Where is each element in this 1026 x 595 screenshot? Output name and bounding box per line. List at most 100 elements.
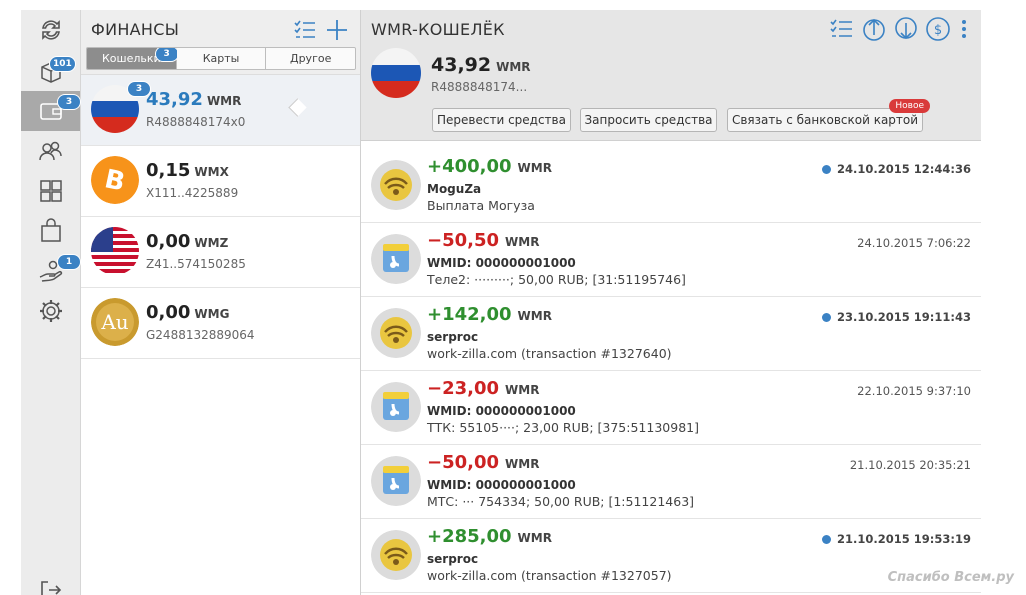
contacts-icon (38, 141, 62, 161)
phone-operator-icon (371, 382, 421, 432)
transaction-amount: +285,00 WMR (427, 526, 552, 547)
wallet-currency: WMX (194, 165, 229, 179)
wallet-detail-header: WMR-КОШЕЛЁК $ 43,92 WMR R4888848174... Пе… (361, 10, 981, 141)
svg-text:$: $ (934, 23, 942, 38)
transaction-amount: −23,00 WMR (427, 378, 539, 399)
transaction-counterparty: WMID: 000000001000 (427, 478, 576, 492)
logout-icon (40, 581, 61, 595)
site-watermark: Спасибо Всем.ру (887, 570, 1014, 585)
wallet-item-wmx[interactable]: B 0,15 WMX X111..4225889 (81, 146, 360, 217)
wallet-number: R4888848174x0 (146, 115, 246, 129)
apps-grid-icon (39, 180, 62, 202)
link-bank-card-button[interactable]: Связать с банковской картой Новое (727, 99, 930, 132)
transaction-date-value: 23.10.2015 19:11:43 (837, 310, 971, 324)
transaction-row[interactable]: −50,00 WMR WMID: 000000001000 МТС: ··· 75… (361, 444, 981, 519)
transaction-description: work-zilla.com (transaction #1327640) (427, 346, 672, 361)
transaction-row[interactable]: −50,50 WMR WMID: 000000001000 Теле2: ····… (361, 222, 981, 297)
finances-title: ФИНАНСЫ (91, 20, 180, 39)
transaction-currency: WMR (505, 383, 540, 397)
transaction-description: work-zilla.com (transaction #1327057) (427, 568, 672, 583)
transaction-counterparty: WMID: 000000001000 (427, 256, 576, 270)
add-icon[interactable] (325, 18, 349, 42)
transaction-date-value: 21.10.2015 19:53:19 (837, 532, 971, 546)
requests-badge: 1 (57, 254, 81, 270)
wallet-item-wmr[interactable]: 3 43,92 WMR R4888848174x0 (81, 75, 360, 146)
merchant-logo-icon (371, 530, 421, 580)
transaction-counterparty: WMID: 000000001000 (427, 404, 576, 418)
wallet-item-wmz[interactable]: 0,00 WMZ Z41..574150285 (81, 217, 360, 288)
refresh-icon (41, 20, 60, 40)
wallet-amount-value: 0,00 (146, 231, 191, 252)
unread-dot (822, 165, 832, 174)
transaction-date: 24.10.2015 12:44:36 (822, 162, 971, 176)
wallets-button[interactable]: 3 (21, 91, 81, 131)
messages-badge: 101 (49, 56, 76, 72)
transaction-amount-value: −50,50 (427, 230, 500, 251)
filter-list-icon[interactable] (293, 18, 319, 42)
settings-button[interactable] (21, 291, 80, 331)
payments-button[interactable] (21, 171, 80, 211)
transaction-currency: WMR (517, 309, 552, 323)
wallet-number: G2488132889064 (146, 328, 255, 342)
filter-list-icon[interactable] (829, 16, 855, 42)
transaction-currency: WMR (505, 235, 540, 249)
transaction-amount: +142,00 WMR (427, 304, 552, 325)
receive-money-icon[interactable] (893, 16, 919, 42)
phone-operator-icon (371, 456, 421, 506)
transaction-description: Теле2: ·········; 50,00 RUB; [31:5119574… (427, 272, 686, 287)
messages-button[interactable]: 101 (21, 52, 80, 92)
bitcoin-icon: B (91, 156, 139, 204)
transaction-date: 21.10.2015 20:35:21 (849, 458, 971, 472)
finance-tabs: Кошельки 3 Карты Другое (86, 47, 356, 70)
russia-flag-icon (371, 48, 421, 98)
tab-wallets-badge: 3 (154, 48, 179, 62)
transaction-currency: WMR (505, 457, 540, 471)
wallet-amount: 0,00 WMG (146, 302, 229, 323)
contacts-button[interactable] (21, 131, 80, 171)
transaction-counterparty: serproc (427, 552, 479, 566)
transaction-amount-value: +285,00 (427, 526, 512, 547)
usa-flag-icon (91, 227, 139, 275)
more-vertical-icon[interactable] (957, 16, 971, 42)
send-money-icon[interactable] (861, 16, 887, 42)
requests-button[interactable]: 1 (21, 251, 81, 291)
merchant-logo-icon (371, 308, 421, 358)
link-bank-card-label: Связать с банковской картой (731, 113, 919, 127)
tab-cards[interactable]: Карты (176, 48, 267, 69)
webmoney-app: 101 3 1 ФИНАНСЫ Кошельки 3 Карты Другое … (21, 10, 981, 595)
gold-coin-icon: Au (91, 298, 139, 346)
wallets-badge: 3 (57, 94, 81, 110)
transaction-date-value: 24.10.2015 12:44:36 (837, 162, 971, 176)
shop-button[interactable] (21, 211, 80, 251)
tab-wallets[interactable]: Кошельки 3 (87, 48, 179, 69)
wallet-amount-value: 0,00 (146, 302, 191, 323)
wallet-amount: 0,15 WMX (146, 160, 229, 181)
wallet-item-wmg[interactable]: Au 0,00 WMG G2488132889064 (81, 288, 360, 359)
transaction-date: 24.10.2015 7:06:22 (857, 236, 971, 250)
shopping-bag-icon (40, 218, 61, 242)
request-funds-button[interactable]: Запросить средства (580, 108, 717, 132)
logout-button[interactable] (21, 570, 80, 595)
tab-other[interactable]: Другое (266, 48, 355, 69)
transaction-amount: +400,00 WMR (427, 156, 552, 177)
wallet-currency: WMZ (194, 236, 229, 250)
transaction-amount-value: +142,00 (427, 304, 512, 325)
tab-other-label: Другое (289, 52, 332, 65)
wallet-balance: 43,92 WMR (431, 54, 531, 76)
tab-wallets-label: Кошельки (101, 52, 161, 65)
transaction-currency: WMR (517, 161, 552, 175)
exchange-icon[interactable]: $ (925, 16, 951, 42)
wallet-amount-value: 43,92 (146, 89, 203, 110)
transaction-row[interactable]: −23,00 WMR WMID: 000000001000 ТТК: 55105·… (361, 370, 981, 445)
tab-cards-label: Карты (202, 52, 240, 65)
wallet-amount: 43,92 WMR (146, 89, 241, 110)
wallet-detail-number: R4888848174... (431, 80, 528, 94)
refresh-button[interactable] (21, 10, 80, 50)
transaction-row[interactable]: +142,00 WMR serproc work-zilla.com (trans… (361, 296, 981, 371)
unread-dot (822, 535, 832, 544)
transaction-row[interactable]: +400,00 WMR MoguZa Выплата Могуза 24.10.2… (361, 148, 981, 223)
finances-header: ФИНАНСЫ Кошельки 3 Карты Другое (81, 10, 360, 75)
wallet-currency: WMG (194, 307, 230, 321)
svg-text:Au: Au (100, 310, 128, 334)
transfer-funds-button[interactable]: Перевести средства (432, 108, 571, 132)
